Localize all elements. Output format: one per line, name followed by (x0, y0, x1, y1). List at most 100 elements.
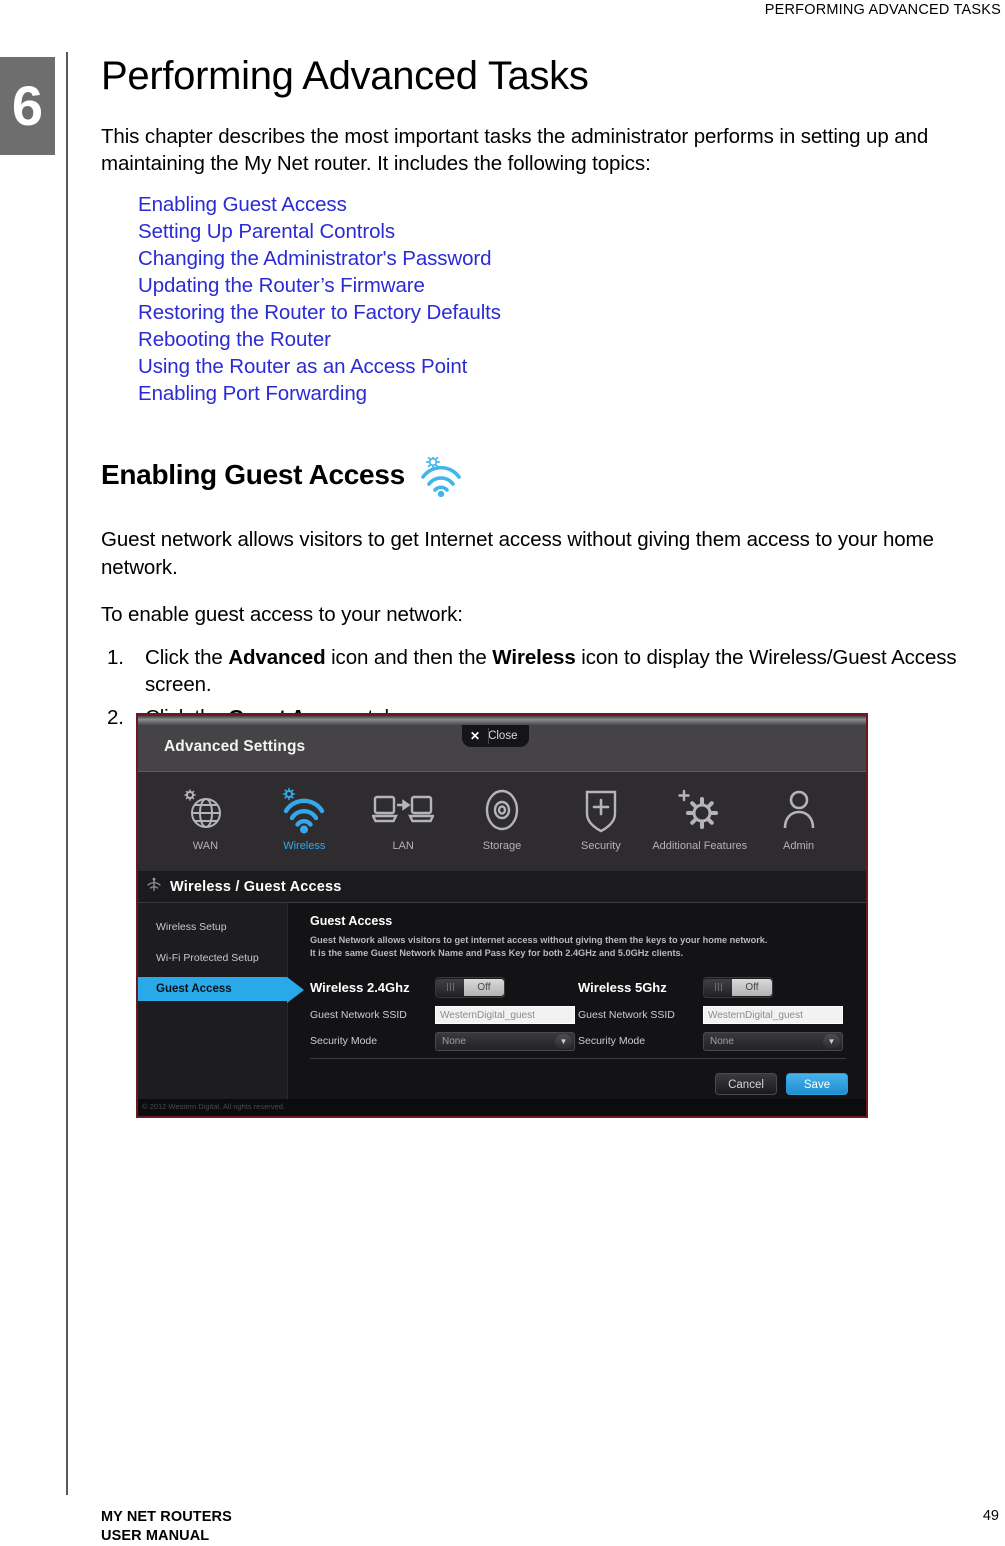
list-item: 1. Click the Advanced icon and then the … (101, 644, 981, 698)
security-mode-row: Security Mode None ▼ (310, 1031, 578, 1051)
nav-icon-label: Security (580, 840, 621, 852)
nav-icon-label: LAN (392, 840, 414, 852)
toc-link[interactable]: Enabling Guest Access (138, 191, 981, 218)
guest-network-toggle-24ghz[interactable]: Off (435, 976, 505, 998)
nav-icon-label: Storage (482, 840, 522, 852)
ssid-row: Guest Network SSID WesternDigital_guest (310, 1005, 578, 1024)
page-title: Performing Advanced Tasks (101, 54, 589, 98)
nav-icon-storage[interactable]: Storage (453, 782, 552, 852)
nav-icon-label: Additional Features (652, 840, 748, 852)
nav-icon-admin[interactable]: Admin (749, 782, 848, 852)
chapter-intro-paragraph: This chapter describes the most importan… (101, 125, 929, 176)
security-mode-label: Security Mode (578, 1035, 646, 1048)
wireless-gear-icon (417, 455, 465, 498)
wifi-gear-icon (255, 782, 354, 838)
toc-link[interactable]: Rebooting the Router (138, 326, 981, 353)
ssid-input-5ghz[interactable]: WesternDigital_guest (703, 1005, 843, 1024)
pane-description: Guest Network allows visitors to get int… (310, 934, 846, 961)
chapter-number-marker: 6 (0, 57, 55, 155)
advanced-settings-icon-bar: WAN Wireless LAN Storage Security Additi… (138, 772, 866, 872)
chapter-topic-list: Enabling Guest Access Setting Up Parenta… (101, 191, 981, 407)
section-paragraph-2: To enable guest access to your network: (101, 602, 463, 626)
section-heading: Enabling Guest Access (101, 455, 981, 499)
toc-link[interactable]: Changing the Administrator's Password (138, 245, 981, 272)
advanced-settings-header: Advanced Settings ✕ Close (138, 725, 866, 772)
nav-icon-label: WAN (192, 840, 219, 852)
running-head: PERFORMING ADVANCED TASKS (764, 2, 1001, 18)
manual-identifier: MY NET ROUTERS USER MANUAL (101, 1508, 232, 1545)
guest-network-toggle-5ghz[interactable]: Off (703, 976, 773, 998)
copyright-text: © 2012 Western Digital. All rights reser… (142, 1102, 285, 1111)
pane-description-line-1: Guest Network allows visitors to get int… (310, 935, 768, 945)
guest-access-panel: Wireless Setup Wi-Fi Protected Setup Gue… (138, 903, 866, 1103)
advanced-settings-title: Advanced Settings (164, 738, 306, 755)
chevron-down-icon: ▼ (823, 1033, 840, 1049)
nav-icon-lan[interactable]: LAN (354, 782, 453, 852)
pane-title: Guest Access (310, 914, 393, 928)
toggle-state-label: Off (464, 978, 504, 996)
cancel-button[interactable]: Cancel (715, 1073, 777, 1095)
page-number: 49 (982, 1508, 999, 1524)
subnav-item-wifi-protected-setup[interactable]: Wi-Fi Protected Setup (138, 946, 287, 970)
security-mode-select-5ghz[interactable]: None ▼ (703, 1031, 843, 1051)
chevron-down-icon: ▼ (555, 1033, 572, 1049)
band-column-5ghz: Wireless 5Ghz Off Guest Network SSID Wes… (578, 976, 846, 1059)
page-footer: MY NET ROUTERS USER MANUAL 49 (101, 1508, 999, 1545)
ssid-row: Guest Network SSID WesternDigital_guest (578, 1005, 846, 1024)
nav-icon-additional-features[interactable]: Additional Features (650, 782, 749, 852)
ssid-input-24ghz[interactable]: WesternDigital_guest (435, 1005, 575, 1024)
step-number: 1. (107, 645, 124, 669)
close-label: Close (488, 730, 518, 742)
section-heading-text: Enabling Guest Access (101, 459, 405, 491)
breadcrumb-text: Wireless / Guest Access (170, 879, 342, 895)
security-mode-value: None (710, 1035, 734, 1047)
nav-icon-wan[interactable]: WAN (156, 782, 255, 852)
step-number: 2. (107, 705, 124, 729)
router-admin-screenshot-figure: Advanced Settings ✕ Close WAN Wireless L… (136, 713, 868, 1118)
person-icon (749, 782, 848, 838)
band-toggle-row: Wireless 5Ghz Off (578, 976, 846, 998)
toc-link[interactable]: Updating the Router’s Firmware (138, 272, 981, 299)
security-mode-select-24ghz[interactable]: None ▼ (435, 1031, 575, 1051)
computers-arrow-icon (354, 782, 453, 838)
toggle-state-label: Off (732, 978, 772, 996)
gear-plus-icon (650, 782, 749, 838)
security-mode-row: Security Mode None ▼ (578, 1031, 846, 1051)
close-divider (488, 728, 489, 744)
globe-gear-icon (156, 782, 255, 838)
subnav-item-guest-access[interactable]: Guest Access (138, 977, 304, 1003)
toggle-knob (436, 978, 464, 996)
toc-link[interactable]: Setting Up Parental Controls (138, 218, 981, 245)
band-title: Wireless 2.4Ghz (310, 979, 410, 995)
band-column-24ghz: Wireless 2.4Ghz Off Guest Network SSID W… (310, 976, 578, 1059)
pane-description-line-2: It is the same Guest Network Name and Pa… (310, 948, 684, 959)
security-mode-value: None (442, 1035, 466, 1047)
form-actions: Cancel Save (715, 1073, 848, 1095)
toc-link[interactable]: Enabling Port Forwarding (138, 380, 981, 407)
page-vertical-rule (66, 52, 68, 1495)
band-title: Wireless 5Ghz (578, 979, 667, 995)
ssid-label: Guest Network SSID (310, 1008, 407, 1021)
breadcrumb: Wireless / Guest Access (138, 872, 866, 903)
nav-icon-label: Wireless (283, 840, 326, 852)
security-mode-label: Security Mode (310, 1035, 378, 1048)
page-content: Performing Advanced Tasks This chapter d… (101, 55, 981, 737)
shield-plus-icon (551, 782, 650, 838)
screenshot-top-strip (138, 715, 866, 725)
toc-link[interactable]: Restoring the Router to Factory Defaults (138, 299, 981, 326)
toc-link[interactable]: Using the Router as an Access Point (138, 353, 981, 380)
disk-icon (453, 782, 552, 838)
guest-access-content: Guest Access Guest Network allows visito… (288, 903, 866, 1103)
nav-icon-security[interactable]: Security (551, 782, 650, 852)
close-button[interactable]: ✕ Close (462, 725, 530, 747)
subnav-item-wireless-setup[interactable]: Wireless Setup (138, 915, 287, 939)
nav-icon-wireless[interactable]: Wireless (255, 782, 354, 852)
manual-name: MY NET ROUTERS (101, 1509, 232, 1525)
manual-type: USER MANUAL (101, 1527, 210, 1544)
wifi-small-icon (146, 877, 162, 898)
nav-icon-label: Admin (782, 840, 815, 852)
section-paragraph-1: Guest network allows visitors to get Int… (101, 528, 934, 579)
save-button[interactable]: Save (786, 1073, 848, 1095)
band-toggle-row: Wireless 2.4Ghz Off (310, 976, 578, 998)
close-icon: ✕ (470, 729, 481, 743)
